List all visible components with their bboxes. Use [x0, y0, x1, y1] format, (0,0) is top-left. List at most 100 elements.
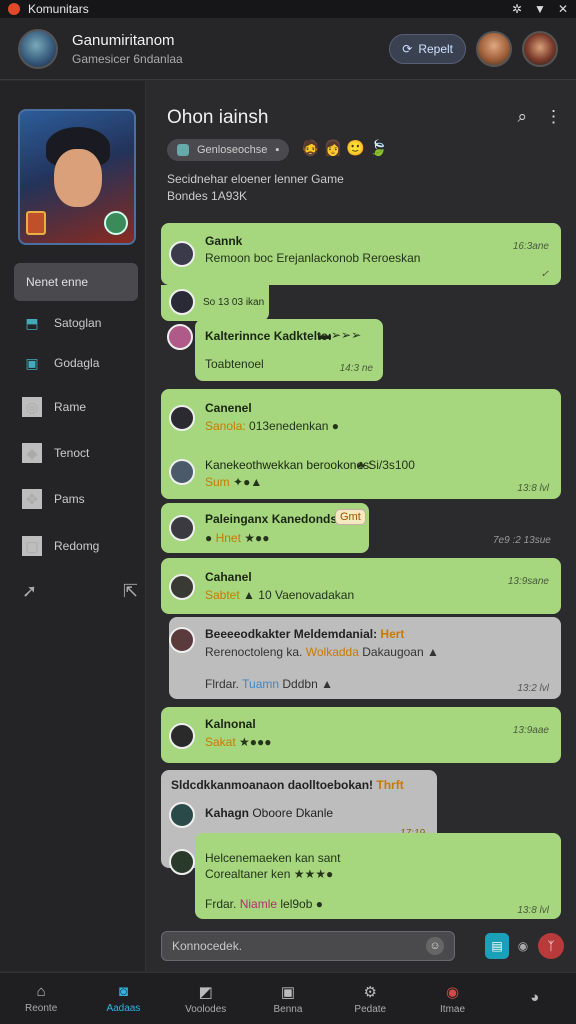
- sticker-button[interactable]: ◉: [511, 933, 535, 959]
- refresh-icon: ⟳: [402, 41, 413, 56]
- sidebar-item-pams[interactable]: ✥ Pams: [22, 489, 85, 509]
- avatar: [169, 241, 195, 267]
- user-avatar[interactable]: [476, 30, 512, 67]
- message-bubble[interactable]: Beeeeodkakter Meldemdanial: Hert Rerenoc…: [169, 617, 561, 699]
- send-button[interactable]: ᛉ: [538, 933, 564, 959]
- send-icon: ᛉ: [547, 939, 555, 953]
- home-icon: ⌂: [36, 983, 46, 1000]
- close-icon[interactable]: ✕: [558, 2, 568, 16]
- tab-home[interactable]: ⌂ Reonte: [0, 973, 82, 1024]
- app-header: Ganumiritanom Gamesicer 6ndanlaa ⟳ Repel…: [0, 18, 576, 80]
- tab-globe[interactable]: ◕: [494, 973, 576, 1024]
- globe-icon: ◕: [530, 988, 540, 1006]
- share-arrow-icon[interactable]: ➚: [22, 581, 37, 602]
- user-avatar[interactable]: [522, 30, 558, 67]
- chat-description: Secidnehar eloener lenner Game Bondes 1A…: [167, 172, 344, 203]
- lock-icon: ▪: [275, 144, 280, 156]
- member-avatar-icon: 🧔: [301, 140, 320, 157]
- sticker-icon: ◉: [517, 939, 529, 953]
- search-icon[interactable]: ⌕: [517, 107, 527, 127]
- document-icon: ▣: [25, 354, 39, 371]
- more-options-icon[interactable]: ⋮: [545, 107, 562, 127]
- avatar: [167, 324, 193, 350]
- chat-icon: ⬒: [25, 314, 39, 331]
- sidebar-item-godagla[interactable]: ▣ Godagla: [22, 353, 99, 373]
- sidebar-item-rame[interactable]: ◎ Rame: [22, 397, 86, 417]
- member-avatars: 🧔 👩 🙂 🍃: [301, 139, 388, 157]
- app-icon: [8, 3, 20, 15]
- avatar: [169, 627, 195, 653]
- gamepad-icon: ✥: [22, 489, 42, 509]
- member-avatar-icon: 👩: [323, 140, 343, 157]
- attach-button[interactable]: ▤: [485, 933, 509, 959]
- sidebar: Nenet enne ⬒ Satoglan ▣ Godagla ◎ Rame ◆ Ten…: [0, 81, 146, 971]
- message-bubble[interactable]: Kalterinnce Kadktelte: ▬➢➢➢ Toabtenoel 1…: [195, 319, 383, 381]
- message-input[interactable]: Konnocedek. ☺: [161, 931, 455, 961]
- avatar: [169, 459, 195, 485]
- warning-icon: ▲: [321, 677, 333, 691]
- message-bubble[interactable]: Gannk Remoon boc Erejanlackonob Reroeska…: [161, 223, 561, 285]
- tab-updates[interactable]: ⚙ Pedate: [329, 973, 411, 1024]
- wifi-icon: ▼: [534, 2, 546, 16]
- avatar: [169, 289, 195, 315]
- search-icon: ◎: [22, 397, 42, 417]
- chat-title: Ohon iainsh: [167, 107, 269, 128]
- avatar: [169, 574, 195, 600]
- rank-badge-icon: [26, 211, 46, 235]
- sidebar-item-satoglan[interactable]: ⬒ Satoglan: [22, 313, 101, 333]
- chat-panel: Ohon iainsh ⌕ ⋮ Genloseochse ▪ 🧔 👩 🙂 🍃 S…: [147, 81, 576, 971]
- gamepad-icon: ▣: [280, 983, 296, 1001]
- tab-videos[interactable]: ◩ Voolodes: [165, 973, 247, 1024]
- tag-icon: ◆: [22, 443, 42, 463]
- message-bubble[interactable]: Cahanel Sabtet ▲ 10 Vaenovadakan 13:9san…: [161, 558, 561, 614]
- sidebar-item-redomg[interactable]: ▢ Redomg: [22, 536, 99, 556]
- emoji-icon: ●: [331, 419, 340, 433]
- emoji-icon: ●: [315, 897, 323, 911]
- message-bubble[interactable]: Paleinganx Kanedonds: Gmt ● Hnet ★●●: [161, 503, 369, 553]
- game-hero-card[interactable]: [18, 109, 136, 245]
- emoji-strip-icon: ▬➢➢➢: [319, 328, 362, 342]
- message-bubble[interactable]: Canenel Sanola: 013enedenkan ● Kanekeoth…: [161, 389, 561, 499]
- screen-icon: ▢: [22, 536, 42, 556]
- avatar: [169, 849, 195, 875]
- grape-icon: ♣: [357, 458, 365, 472]
- community-subtitle: Gamesicer 6ndanlaa: [72, 51, 183, 66]
- tab-chat[interactable]: ◙ Aadaas: [82, 973, 164, 1024]
- avatar: [169, 515, 195, 541]
- repeat-button-label: Repelt: [418, 41, 453, 56]
- warning-icon: ▲: [426, 645, 439, 659]
- game-icon: [177, 144, 189, 156]
- message-bubble[interactable]: Kalnonal Sakat ★●●● 13:9aae: [161, 707, 561, 763]
- message-bubble[interactable]: So 13 03 ikan: [161, 285, 269, 321]
- emoji-icon: ●: [205, 531, 213, 545]
- message-bubble[interactable]: Helcenemaeken kan sant Corealtaner ken ★…: [195, 833, 561, 919]
- star-icon: ★★★●: [293, 867, 334, 881]
- tab-games[interactable]: ▣ Benna: [247, 973, 329, 1024]
- emoji-icon: ✦●▲: [233, 475, 263, 489]
- read-check-icon: ✓: [540, 269, 549, 280]
- sidebar-item-active[interactable]: Nenet enne: [14, 263, 138, 301]
- leaf-icon: 🍃: [369, 140, 388, 157]
- settings-icon: ⚙: [363, 983, 377, 1001]
- repeat-button[interactable]: ⟳ Repelt: [389, 33, 466, 64]
- game-controller-icon: ✲: [511, 2, 523, 16]
- avatar: [169, 802, 195, 828]
- avatar: [169, 405, 195, 431]
- collapse-arrow-icon[interactable]: ⇱: [123, 581, 138, 602]
- record-icon: ◉: [446, 983, 460, 1001]
- community-avatar[interactable]: [18, 28, 58, 69]
- chat-icon: ◙: [118, 983, 128, 1000]
- game-tag[interactable]: Genloseochse ▪: [167, 139, 290, 161]
- sidebar-item-tenoct[interactable]: ◆ Tenoct: [22, 443, 89, 463]
- warning-icon: ▲: [243, 588, 255, 602]
- tab-items[interactable]: ◉ Itmae: [411, 973, 493, 1024]
- video-icon: ◩: [198, 983, 213, 1001]
- community-title: Ganumiritanom: [72, 31, 175, 49]
- emoji-button-icon[interactable]: ☺: [426, 937, 444, 955]
- game-tag-badge: Gmt: [335, 509, 366, 525]
- status-bar: Komunitars ✲ ▼ ✕: [0, 0, 576, 18]
- avatar: [169, 723, 195, 749]
- level-badge-icon: [104, 211, 128, 235]
- attach-icon: ▤: [491, 939, 503, 953]
- member-avatar-icon: 🙂: [346, 140, 366, 157]
